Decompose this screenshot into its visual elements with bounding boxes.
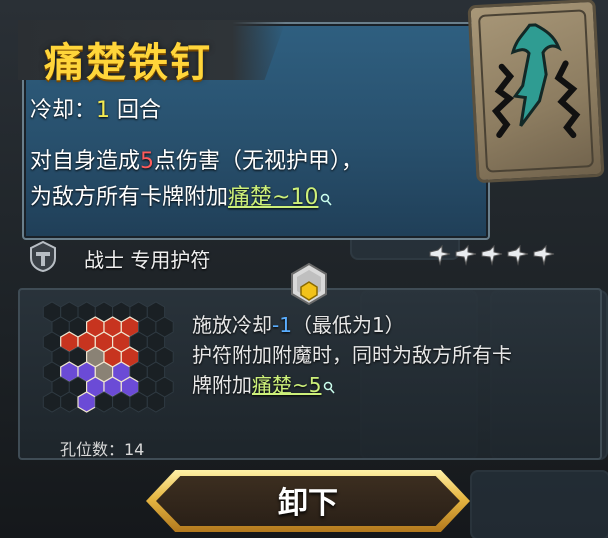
- effect-text: 护符附加附魔时，同时为敌方所有卡: [192, 343, 512, 367]
- desc-text: 为敌方所有卡牌附加: [30, 185, 229, 210]
- card-artwork: [467, 0, 605, 184]
- star-icon: [429, 244, 451, 266]
- effect-text: 施放冷却: [192, 313, 272, 337]
- cooldown-value: 1: [96, 98, 111, 123]
- class-row: 战士 专用护符: [24, 238, 474, 276]
- unequip-button[interactable]: 卸下: [146, 470, 470, 532]
- spiked-nail-icon: [478, 9, 594, 173]
- socket-hex-empty: [94, 391, 114, 413]
- cooldown-unit: 回合: [110, 98, 162, 123]
- socket-hex-empty: [129, 391, 148, 413]
- socket-effect-text: 施放冷却-1（最低为1） 护符附加附魔时，同时为敌方所有卡 牌附加痛楚~5: [192, 310, 602, 400]
- socket-hex-empty: [112, 391, 131, 413]
- background-card: [470, 470, 608, 538]
- socket-hex-empty: [42, 391, 62, 413]
- socket-hex-empty: [60, 391, 79, 413]
- desc-text: 对自身造成: [30, 149, 141, 174]
- class-label: 战士 专用护符: [84, 248, 211, 272]
- cooldown-label: 冷却：: [30, 98, 97, 123]
- slot-count: 孔位数：14: [60, 440, 145, 459]
- socket-gem-purple: [77, 391, 96, 413]
- cooldown-reduction-value: -1: [272, 313, 292, 337]
- desc-text: 点伤害（无视护甲），: [154, 149, 364, 174]
- rarity-stars: [428, 244, 556, 270]
- star-icon: [533, 244, 555, 266]
- magnifier-icon[interactable]: [320, 192, 333, 206]
- star-icon: [455, 244, 477, 266]
- keyword-pain-link[interactable]: 痛楚~10: [228, 185, 318, 210]
- star-icon: [481, 244, 503, 266]
- star-icon: [507, 244, 529, 266]
- amulet-detail-screen: 痛楚铁钉 冷却：1 回合 对自身造成5点伤害（无视护甲）， 为敌方所有卡牌附加痛…: [0, 0, 608, 538]
- socket-hex-empty: [146, 391, 166, 413]
- card-title: 痛楚铁钉: [44, 39, 212, 86]
- magnifier-icon[interactable]: [323, 380, 336, 394]
- damage-value: 5: [140, 149, 155, 174]
- card-description: 对自身造成5点伤害（无视护甲）， 为敌方所有卡牌附加痛楚~10: [30, 144, 470, 216]
- unequip-label: 卸下: [278, 486, 338, 521]
- socket-hex-grid: [42, 301, 174, 413]
- effect-text: （最低为1）: [291, 313, 405, 337]
- effect-text: 牌附加: [192, 373, 252, 397]
- warrior-helmet-icon: [30, 240, 56, 272]
- gold-gem-icon: [291, 262, 327, 306]
- cooldown-text: 冷却：1 回合: [30, 92, 161, 124]
- card-info-panel: 痛楚铁钉 冷却：1 回合 对自身造成5点伤害（无视护甲）， 为敌方所有卡牌附加痛…: [18, 20, 490, 240]
- keyword-pain-link[interactable]: 痛楚~5: [252, 373, 321, 397]
